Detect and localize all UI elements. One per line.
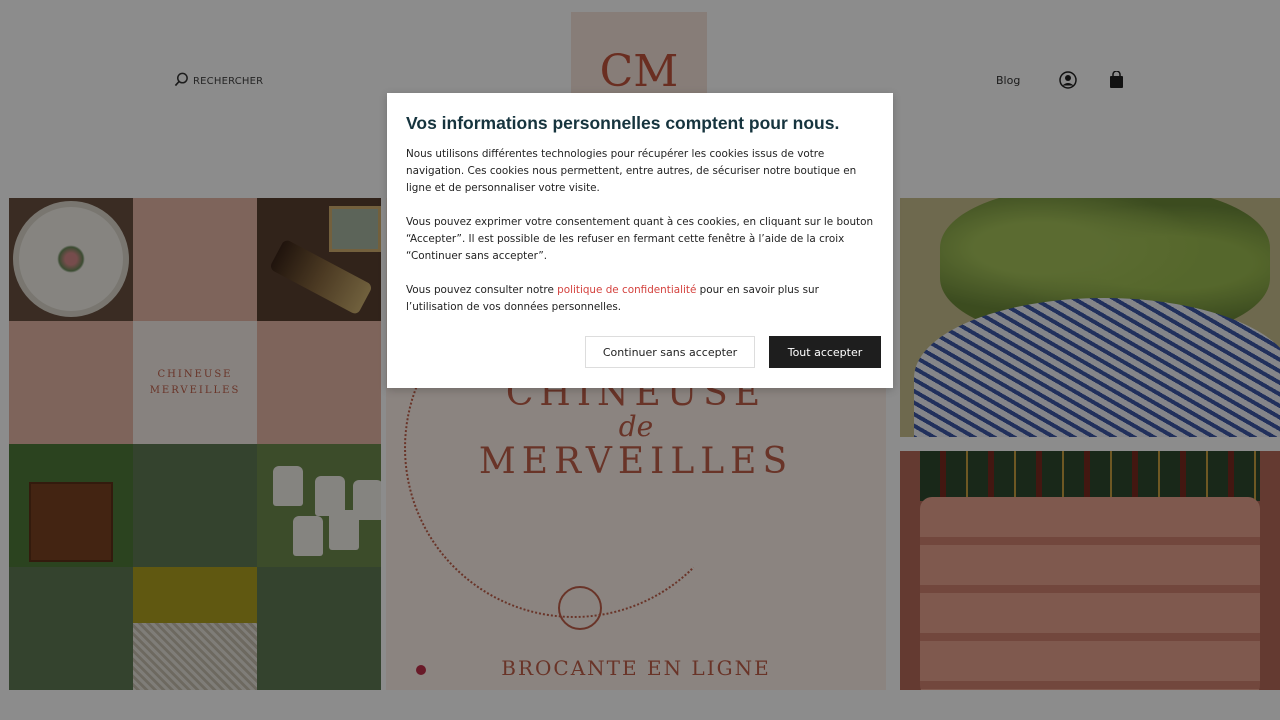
privacy-policy-link[interactable]: politique de confidentialité: [557, 284, 696, 296]
dialog-title: Vos informations personnelles comptent p…: [406, 113, 840, 133]
dialog-paragraph-2: Vous pouvez exprimer votre consentement …: [406, 216, 874, 262]
dialog-paragraph-1: Nous utilisons différentes technologies …: [406, 148, 857, 194]
paragraph-3-before: Vous pouvez consulter notre: [406, 284, 558, 296]
accept-all-button[interactable]: Tout accepter: [769, 336, 881, 368]
dialog-paragraph-3: Vous pouvez consulter notre politique de…: [406, 282, 874, 316]
continue-without-accepting-button[interactable]: Continuer sans accepter: [585, 336, 755, 368]
cookie-consent-dialog: Vos informations personnelles comptent p…: [387, 93, 893, 388]
dialog-actions: Continuer sans accepter Tout accepter: [585, 336, 881, 368]
